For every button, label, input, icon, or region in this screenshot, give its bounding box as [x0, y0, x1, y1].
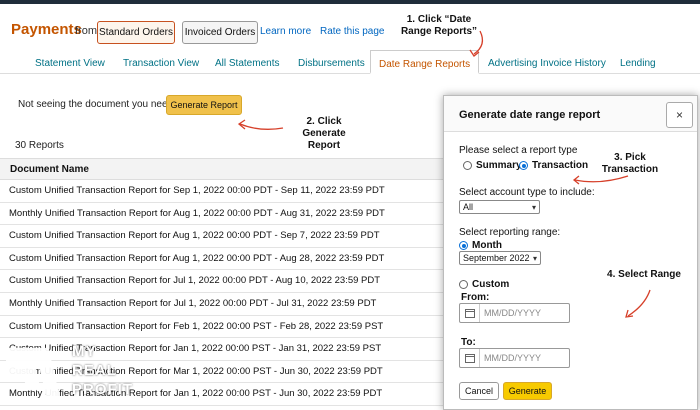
account-type-select[interactable]: All ▾ [459, 200, 540, 214]
to-date-label: To: [461, 337, 476, 348]
report-type-label: Please select a report type [459, 145, 578, 156]
custom-radio[interactable] [459, 280, 468, 289]
table-row[interactable]: Custom Unified Transaction Report for Au… [0, 248, 445, 271]
tab-statement-view[interactable]: Statement View [35, 58, 105, 69]
step2-arrowhead [237, 119, 246, 130]
from-date-label: From: [461, 292, 490, 303]
tab-date-range-reports[interactable]: Date Range Reports [370, 50, 480, 74]
month-value: September 2022 [463, 253, 530, 263]
standard-orders-button[interactable]: Standard Orders [97, 21, 175, 44]
step3-annotation: 3. Pick Transaction [600, 152, 660, 176]
reporting-range-label: Select reporting range: [459, 227, 561, 238]
month-radio[interactable] [459, 241, 468, 250]
summary-label: Summary [476, 160, 522, 171]
table-row[interactable]: Custom Unified Transaction Report for Se… [0, 180, 445, 203]
tab-lending[interactable]: Lending [620, 58, 656, 69]
custom-label: Custom [472, 279, 510, 290]
chevron-down-icon: ▾ [531, 202, 536, 212]
top-bar [0, 0, 700, 4]
logo-line3: PROFIT [72, 381, 133, 398]
not-seeing-text: Not seeing the document you need? [18, 99, 179, 110]
account-type-label: Select account type to include: [459, 187, 595, 198]
report-count: 30 Reports [15, 140, 64, 151]
from-date-input[interactable]: MM/DD/YYYY [459, 303, 570, 323]
logo-line2: REAL [72, 362, 117, 379]
table-header: Document Name [0, 158, 445, 180]
table-row[interactable]: Custom Unified Transaction Report for Fe… [0, 316, 445, 339]
table-row[interactable]: Custom Unified Transaction Report for Au… [0, 225, 445, 248]
my-real-profit-logo: MY REAL PROFIT [6, 343, 156, 403]
generate-button[interactable]: Generate [503, 382, 552, 400]
generate-report-dialog: Generate date range report × Please sele… [443, 95, 698, 410]
step3-line2: Transaction [601, 164, 659, 175]
generate-report-button[interactable]: Generate Report [166, 95, 242, 115]
month-select[interactable]: September 2022 ▾ [459, 251, 541, 265]
calendar-icon [460, 349, 480, 367]
step2-line1: 2. Click [306, 116, 342, 127]
step2-annotation: 2. Click Generate Report [285, 116, 363, 152]
tab-bar: Statement View Transaction View All Stat… [0, 50, 700, 74]
close-button[interactable]: × [666, 102, 693, 128]
dialog-title: Generate date range report [459, 109, 601, 121]
invoiced-orders-button[interactable]: Invoiced Orders [182, 21, 258, 44]
to-date-placeholder: MM/DD/YYYY [484, 353, 542, 363]
tab-transaction-view[interactable]: Transaction View [123, 58, 199, 69]
month-label: Month [472, 240, 502, 251]
tab-all-statements[interactable]: All Statements [215, 58, 279, 69]
step1-line2: Range Reports” [400, 26, 478, 37]
logo-line1: MY [72, 343, 97, 360]
chevron-down-icon: ▾ [532, 253, 537, 263]
transaction-label: Transaction [532, 160, 589, 171]
close-icon: × [675, 108, 683, 122]
calendar-icon [460, 304, 480, 322]
tab-advertising-invoice-history[interactable]: Advertising Invoice History [488, 58, 606, 69]
step1-annotation: 1. Click “Date Range Reports” [396, 14, 482, 38]
rate-page-link[interactable]: Rate this page [320, 26, 385, 37]
cancel-button[interactable]: Cancel [459, 382, 499, 400]
table-row[interactable]: Custom Unified Transaction Report for Ju… [0, 270, 445, 293]
table-row[interactable]: Monthly Unified Transaction Report for A… [0, 203, 445, 226]
to-date-input[interactable]: MM/DD/YYYY [459, 348, 570, 368]
step2-arrow [239, 123, 284, 130]
summary-radio[interactable] [463, 161, 472, 170]
table-row[interactable]: Monthly Unified Transaction Report for J… [0, 293, 445, 316]
step4-annotation: 4. Select Range [607, 269, 681, 280]
step3-line1: 3. Pick [614, 152, 646, 163]
learn-more-link[interactable]: Learn more [260, 26, 311, 37]
page-title: Payments [11, 21, 82, 38]
transaction-radio[interactable] [519, 161, 528, 170]
from-date-placeholder: MM/DD/YYYY [484, 308, 542, 318]
step1-line1: 1. Click “Date [406, 14, 472, 25]
logo-mark [6, 347, 61, 399]
step2-line2: Generate Report [302, 128, 346, 151]
from-label: from [75, 25, 97, 37]
account-type-value: All [463, 202, 474, 212]
tab-disbursements[interactable]: Disbursements [298, 58, 365, 69]
